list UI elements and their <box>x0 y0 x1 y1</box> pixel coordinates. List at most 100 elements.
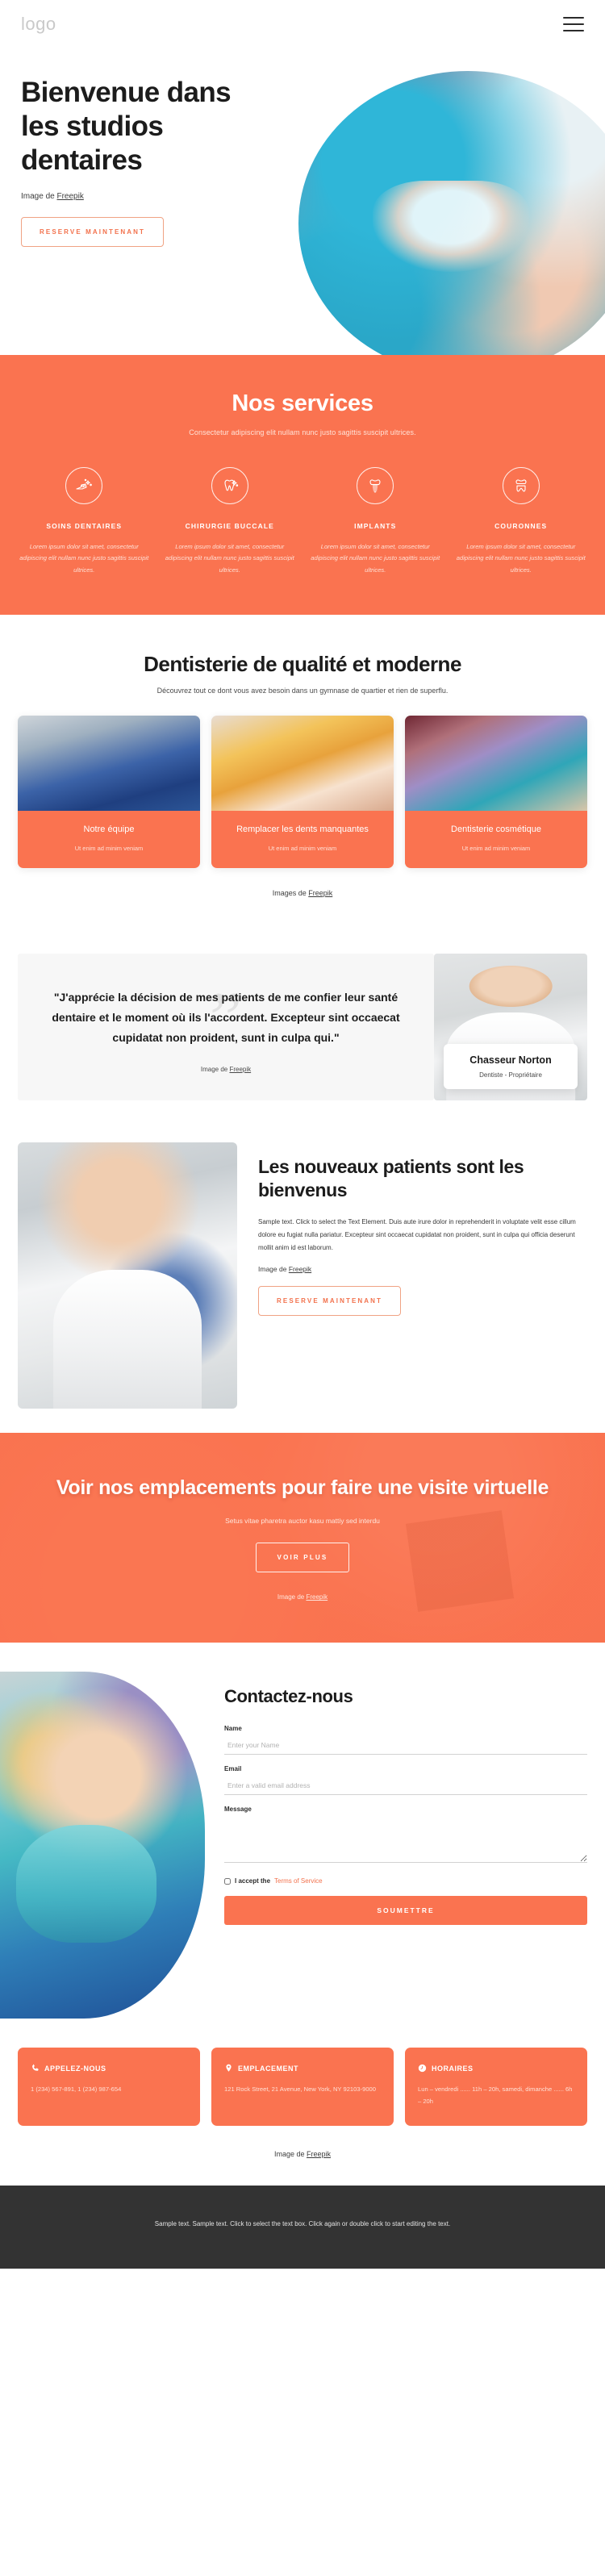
credit-prefix: Image de <box>21 192 57 201</box>
testimonial-section: ” "J'apprécie la décision de mes patient… <box>18 954 587 1100</box>
card-caption: Dentisterie cosmétique Ut enim ad minim … <box>405 811 587 869</box>
hero-content: Bienvenue dans les studios dentaires Ima… <box>21 48 271 247</box>
services-title: Nos services <box>232 390 373 416</box>
service-card-implants[interactable]: IMPLANTS Lorem ipsum dolor sit amet, con… <box>306 467 445 576</box>
new-patients-title: Les nouveaux patients sont les bienvenus <box>258 1155 524 1200</box>
service-card-dental-care[interactable]: SOINS DENTAIRES Lorem ipsum dolor sit am… <box>15 467 154 576</box>
services-section: Nos services Consectetur adipiscing elit… <box>0 355 605 616</box>
burger-line <box>563 30 584 31</box>
field-message: Message <box>224 1806 587 1867</box>
quality-card-cosmetic[interactable]: Dentisterie cosmétique Ut enim ad minim … <box>405 716 587 869</box>
virtual-visit-section: Voir nos emplacements pour faire une vis… <box>0 1433 605 1643</box>
service-card-crowns[interactable]: COURONNES Lorem ipsum dolor sit amet, co… <box>452 467 591 576</box>
contact-image-patient <box>0 1672 205 2019</box>
freepik-link[interactable]: Freepik <box>229 1066 251 1073</box>
card-title: Notre équipe <box>83 825 135 835</box>
info-card-text: 1 (234) 567-891, 1 (234) 987-654 <box>31 2085 122 2094</box>
submit-button[interactable]: SOUMETTRE <box>224 1896 587 1926</box>
phone-icon <box>32 2065 39 2072</box>
credit-prefix: Image de <box>200 1065 230 1073</box>
testimonial-author-photo: Chasseur Norton Dentiste - Propriétaire <box>434 954 587 1100</box>
terms-consent-row[interactable]: I accept the Terms of Service <box>224 1877 587 1885</box>
new-patients-content: Les nouveaux patients sont les bienvenus… <box>258 1142 587 1317</box>
card-title: Remplacer les dents manquantes <box>236 825 369 835</box>
field-email: Email <box>224 1765 587 1796</box>
virtual-visit-title: Voir nos emplacements pour faire une vis… <box>56 1476 549 1499</box>
freepik-link[interactable]: Freepik <box>56 192 83 201</box>
info-card-text: Lun – vendredi ...... 11h – 20h, samedi,… <box>418 2085 573 2106</box>
name-input[interactable] <box>224 1738 587 1756</box>
terms-checkbox[interactable] <box>224 1877 231 1885</box>
services-subtitle: Consectetur adipiscing elit nullam nunc … <box>189 428 416 436</box>
patients-booking-button[interactable]: RESERVE MAINTENANT <box>258 1286 401 1317</box>
field-name: Name <box>224 1725 587 1756</box>
site-footer: Sample text. Sample text. Click to selec… <box>0 2185 605 2269</box>
message-textarea[interactable] <box>224 1818 587 1864</box>
info-card-header: HORAIRES <box>418 2064 574 2073</box>
new-patients-credit: Image de Freepik <box>258 1265 587 1273</box>
freepik-link[interactable]: Freepik <box>307 2150 331 2158</box>
quality-subtitle: Découvrez tout ce dont vous avez besoin … <box>156 687 449 695</box>
testimonial-quote: "J'apprécie la décision de mes patients … <box>52 991 400 1044</box>
dental-crown-icon <box>502 467 540 504</box>
info-card-hours[interactable]: HORAIRES Lun – vendredi ...... 11h – 20h… <box>405 2048 587 2126</box>
terms-of-service-link[interactable]: Terms of Service <box>274 1877 323 1885</box>
service-title: IMPLANTS <box>354 522 397 530</box>
name-label: Name <box>224 1725 242 1733</box>
services-grid: SOINS DENTAIRES Lorem ipsum dolor sit am… <box>15 467 590 576</box>
card-image-cosmetic <box>405 716 587 812</box>
card-text: Ut enim ad minim veniam <box>268 845 337 853</box>
hero-section: Bienvenue dans les studios dentaires Ima… <box>0 48 605 355</box>
quality-section: Dentisterie de qualité et moderne Découv… <box>0 615 605 921</box>
card-text: Ut enim ad minim veniam <box>74 845 144 853</box>
site-logo[interactable]: logo <box>21 14 56 35</box>
credit-prefix: Image de <box>273 2149 307 2158</box>
card-image-missing-teeth <box>211 716 394 812</box>
virtual-visit-button[interactable]: VOIR PLUS <box>255 1543 350 1573</box>
credit-prefix: Images de <box>272 889 309 898</box>
info-card-location[interactable]: EMPLACEMENT 121 Rock Street, 21 Avenue, … <box>211 2048 394 2126</box>
freepik-link[interactable]: Freepik <box>306 1593 328 1601</box>
testimonial-quote-box: ” "J'apprécie la décision de mes patient… <box>18 954 434 1100</box>
freepik-link[interactable]: Freepik <box>289 1265 311 1273</box>
quality-title: Dentisterie de qualité et moderne <box>144 652 461 677</box>
hamburger-menu-icon[interactable] <box>563 17 584 31</box>
quality-card-missing-teeth[interactable]: Remplacer les dents manquantes Ut enim a… <box>211 716 394 869</box>
credit-prefix: Image de <box>258 1265 289 1274</box>
quality-card-team[interactable]: Notre équipe Ut enim ad minim veniam <box>18 716 200 869</box>
info-card-header: EMPLACEMENT <box>224 2064 381 2073</box>
card-text: Ut enim ad minim veniam <box>461 845 531 853</box>
service-text: Lorem ipsum dolor sit amet, consectetur … <box>19 543 149 574</box>
info-card-call-us[interactable]: APPELEZ-NOUS 1 (234) 567-891, 1 (234) 98… <box>18 2048 200 2126</box>
author-name: Chasseur Norton <box>469 1054 552 1066</box>
quality-images-credit: Images de Freepik <box>18 889 587 897</box>
author-role: Dentiste - Propriétaire <box>479 1071 542 1079</box>
service-title: SOINS DENTAIRES <box>46 522 123 530</box>
credit-prefix: Image de <box>277 1593 307 1601</box>
dental-implant-icon <box>357 467 394 504</box>
testimonial-credit: Image de Freepik <box>35 1066 416 1073</box>
sparkling-tooth-icon <box>211 467 248 504</box>
consent-text: I accept the <box>235 1877 271 1885</box>
bottom-image-credit: Image de Freepik <box>0 2126 605 2186</box>
email-label: Email <box>224 1765 242 1773</box>
card-image-team <box>18 716 200 812</box>
service-card-oral-surgery[interactable]: CHIRURGIE BUCCALE Lorem ipsum dolor sit … <box>161 467 300 576</box>
email-input[interactable] <box>224 1778 587 1796</box>
contact-form: Contactez-nous Name Email Message I acce… <box>224 1672 605 1926</box>
service-text: Lorem ipsum dolor sit amet, consectetur … <box>311 543 440 574</box>
virtual-visit-subtitle: Setus vitae pharetra auctor kasu mattiy … <box>225 1517 380 1526</box>
burger-line <box>563 17 584 19</box>
landing-page: logo Bienvenue dans les studios dentaire… <box>0 0 605 2269</box>
info-card-header: APPELEZ-NOUS <box>31 2064 187 2073</box>
hero-booking-button[interactable]: RESERVE MAINTENANT <box>21 217 164 247</box>
author-name-card: Chasseur Norton Dentiste - Propriétaire <box>444 1043 578 1089</box>
service-title: CHIRURGIE BUCCALE <box>185 522 274 530</box>
info-card-text: 121 Rock Street, 21 Avenue, New York, NY… <box>224 2085 377 2094</box>
hero-title: Bienvenue dans les studios dentaires <box>21 77 232 176</box>
freepik-link[interactable]: Freepik <box>308 889 332 897</box>
info-card-title: APPELEZ-NOUS <box>44 2064 106 2073</box>
message-label: Message <box>224 1806 252 1814</box>
site-header: logo <box>0 0 605 48</box>
hero-image-dental-patient <box>298 71 605 355</box>
